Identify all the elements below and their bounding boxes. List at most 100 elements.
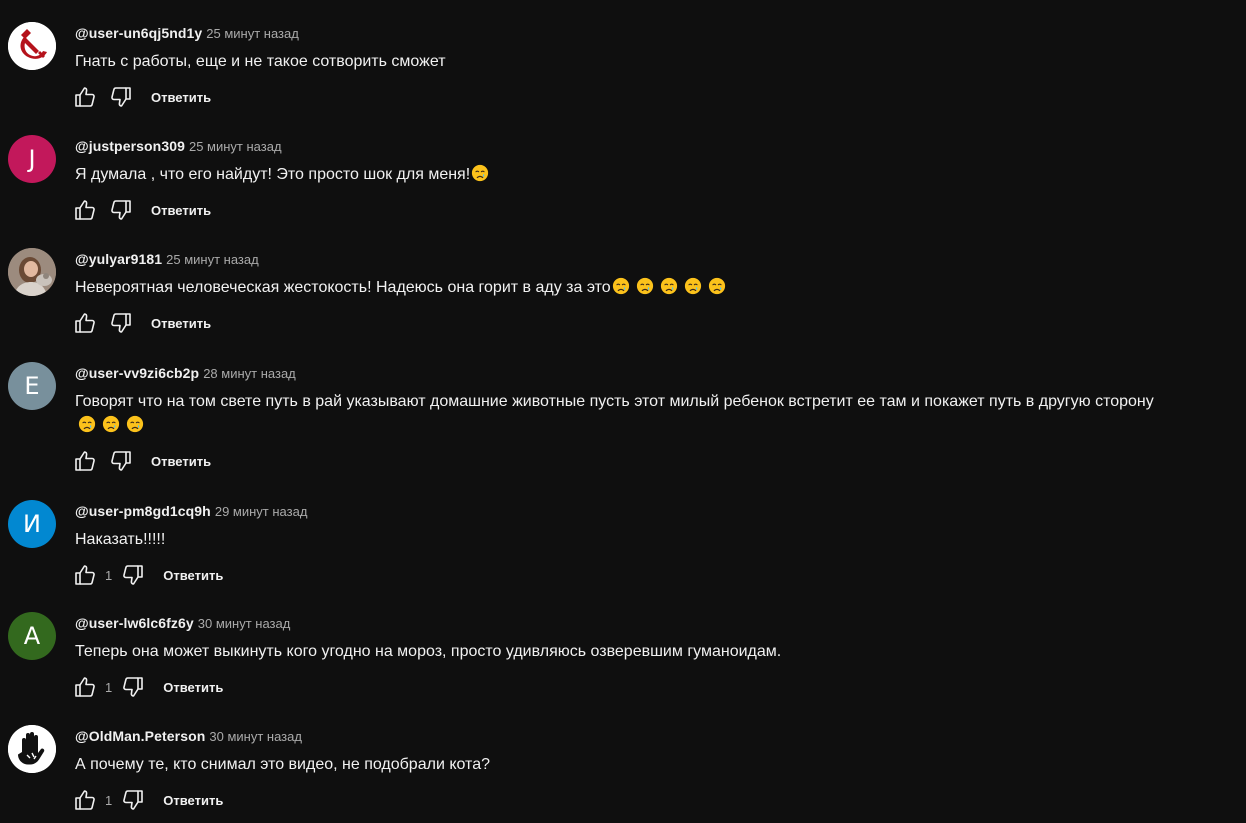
author-name[interactable]: @yulyar9181 — [75, 251, 162, 267]
like-button[interactable] — [72, 197, 98, 223]
comment-actions: 1 Ответить — [72, 787, 223, 813]
comment-header: @user-vv9zi6cb2p 28 минут назад — [75, 364, 296, 382]
thumbs-up-icon — [75, 790, 95, 810]
comment-body: Я думала , что его найдут! Это просто шо… — [75, 166, 471, 183]
comment-actions: Ответить — [72, 448, 211, 474]
comment-actions: Ответить — [72, 310, 211, 336]
crying-face-emoji — [684, 277, 702, 295]
comment-body: Наказать!!!!! — [75, 531, 166, 548]
thumbs-up-icon — [75, 313, 95, 333]
avatar[interactable] — [8, 725, 56, 773]
avatar-letter: E — [24, 372, 40, 400]
like-button[interactable] — [72, 562, 98, 588]
comment-text: Гнать с работы, еще и не такое сотворить… — [75, 50, 1240, 74]
author-name[interactable]: @OldMan.Peterson — [75, 728, 205, 744]
comment-actions: Ответить — [72, 197, 211, 223]
comment-text: Наказать!!!!! — [75, 528, 1240, 552]
avatar[interactable] — [8, 248, 56, 296]
timestamp[interactable]: 28 минут назад — [203, 366, 296, 381]
avatar[interactable]: И — [8, 500, 56, 548]
comment-header: @OldMan.Peterson 30 минут назад — [75, 727, 302, 745]
comment-body: Гнать с работы, еще и не такое сотворить… — [75, 53, 446, 70]
crying-face-emoji — [126, 415, 144, 433]
author-name[interactable]: @user-vv9zi6cb2p — [75, 365, 199, 381]
thumbs-up-icon — [75, 200, 95, 220]
like-button[interactable] — [72, 310, 98, 336]
comment-actions: 1 Ответить — [72, 674, 223, 700]
author-name[interactable]: @user-lw6lc6fz6y — [75, 615, 194, 631]
author-name[interactable]: @user-pm8gd1cq9h — [75, 503, 211, 519]
avatar-letter: J — [28, 145, 36, 173]
like-button[interactable] — [72, 674, 98, 700]
hand-print-icon — [8, 725, 56, 773]
comment-header: @user-lw6lc6fz6y 30 минут назад — [75, 614, 290, 632]
comment-header: @user-pm8gd1cq9h 29 минут назад — [75, 502, 307, 520]
timestamp[interactable]: 25 минут назад — [189, 139, 282, 154]
reply-button[interactable]: Ответить — [151, 316, 211, 331]
thumbs-down-icon — [123, 565, 144, 585]
crying-face-emoji — [708, 277, 726, 295]
dislike-button[interactable] — [120, 787, 146, 813]
crying-face-emoji — [102, 415, 120, 433]
comment-header: @user-un6qj5nd1y 25 минут назад — [75, 24, 299, 42]
timestamp[interactable]: 29 минут назад — [215, 504, 308, 519]
crying-face-emoji — [636, 277, 654, 295]
like-button[interactable] — [72, 84, 98, 110]
thumbs-up-icon — [75, 87, 95, 107]
dislike-button[interactable] — [108, 84, 134, 110]
comment-body: А почему те, кто снимал это видео, не по… — [75, 756, 490, 773]
comment-text: А почему те, кто снимал это видео, не по… — [75, 753, 1240, 777]
author-name[interactable]: @user-un6qj5nd1y — [75, 25, 202, 41]
comment-text: Теперь она может выкинуть кого угодно на… — [75, 640, 1240, 664]
reply-button[interactable]: Ответить — [163, 568, 223, 583]
like-count: 1 — [105, 679, 113, 695]
comment-body: Теперь она может выкинуть кого угодно на… — [75, 643, 782, 660]
dislike-button[interactable] — [120, 562, 146, 588]
timestamp[interactable]: 25 минут назад — [166, 252, 259, 267]
like-button[interactable] — [72, 787, 98, 813]
like-count: 1 — [105, 567, 113, 583]
thumbs-down-icon — [111, 87, 131, 107]
thumbs-up-icon — [75, 451, 95, 471]
thumbs-down-icon — [123, 790, 144, 810]
reply-button[interactable]: Ответить — [151, 454, 211, 469]
timestamp[interactable]: 30 минут назад — [198, 616, 291, 631]
avatar-letter: И — [23, 510, 41, 538]
dislike-button[interactable] — [108, 448, 134, 474]
comment-header: @yulyar9181 25 минут назад — [75, 250, 259, 268]
avatar[interactable] — [8, 22, 56, 70]
dislike-button[interactable] — [120, 674, 146, 700]
avatar-letter: A — [23, 622, 41, 650]
thumbs-down-icon — [111, 313, 131, 333]
like-count: 1 — [105, 792, 113, 808]
thumbs-up-icon — [75, 565, 95, 585]
comment-header: @justperson309 25 минут назад — [75, 137, 282, 155]
avatar[interactable]: A — [8, 612, 56, 660]
comment-body: Говорят что на том свете путь в рай указ… — [75, 393, 1154, 410]
crying-face-emoji — [612, 277, 630, 295]
reply-button[interactable]: Ответить — [151, 90, 211, 105]
crying-face-emoji — [78, 415, 96, 433]
thumbs-down-icon — [111, 200, 131, 220]
dislike-button[interactable] — [108, 310, 134, 336]
comment-body: Невероятная человеческая жестокость! Над… — [75, 279, 611, 296]
author-name[interactable]: @justperson309 — [75, 138, 185, 154]
crying-face-emoji — [471, 164, 489, 182]
timestamp[interactable]: 30 минут назад — [209, 729, 302, 744]
comment-text: Я думала , что его найдут! Это просто шо… — [75, 163, 1240, 187]
user-photo-icon — [8, 248, 56, 296]
comment-actions: Ответить — [72, 84, 211, 110]
thumbs-down-icon — [123, 677, 144, 697]
reply-button[interactable]: Ответить — [163, 680, 223, 695]
crying-face-emoji — [660, 277, 678, 295]
dislike-button[interactable] — [108, 197, 134, 223]
reply-button[interactable]: Ответить — [151, 203, 211, 218]
timestamp[interactable]: 25 минут назад — [206, 26, 299, 41]
thumbs-up-icon — [75, 677, 95, 697]
like-button[interactable] — [72, 448, 98, 474]
reply-button[interactable]: Ответить — [163, 793, 223, 808]
avatar[interactable]: E — [8, 362, 56, 410]
hammer-sickle-icon — [8, 22, 56, 70]
comment-text: Невероятная человеческая жестокость! Над… — [75, 276, 1240, 300]
avatar[interactable]: J — [8, 135, 56, 183]
